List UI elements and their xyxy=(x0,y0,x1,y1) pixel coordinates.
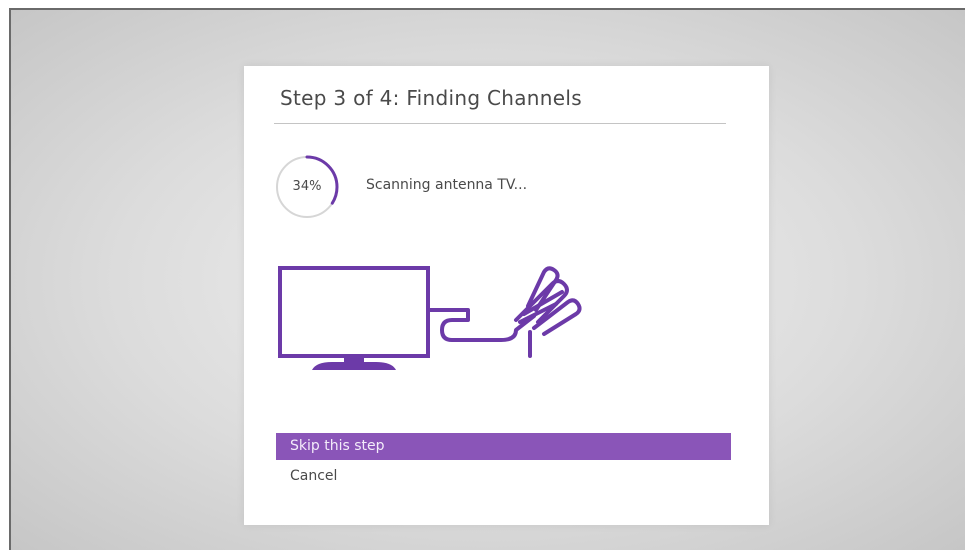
tv-screen-outline xyxy=(278,266,430,358)
title-divider xyxy=(274,123,726,124)
dialog-title: Step 3 of 4: Finding Channels xyxy=(280,86,582,110)
tv-screen: Step 3 of 4: Finding Channels 34% Scanni… xyxy=(9,8,965,550)
skip-step-button[interactable]: Skip this step xyxy=(276,433,731,460)
cancel-button[interactable]: Cancel xyxy=(276,463,731,490)
dialog-menu: Skip this step Cancel xyxy=(276,433,731,493)
setup-dialog: Step 3 of 4: Finding Channels 34% Scanni… xyxy=(244,66,769,525)
tv-antenna-icon xyxy=(278,266,582,370)
tv-stand-base xyxy=(312,362,396,370)
progress-percent: 34% xyxy=(292,179,322,194)
scan-status: Scanning antenna TV... xyxy=(366,177,528,193)
antenna-cable xyxy=(426,308,536,342)
